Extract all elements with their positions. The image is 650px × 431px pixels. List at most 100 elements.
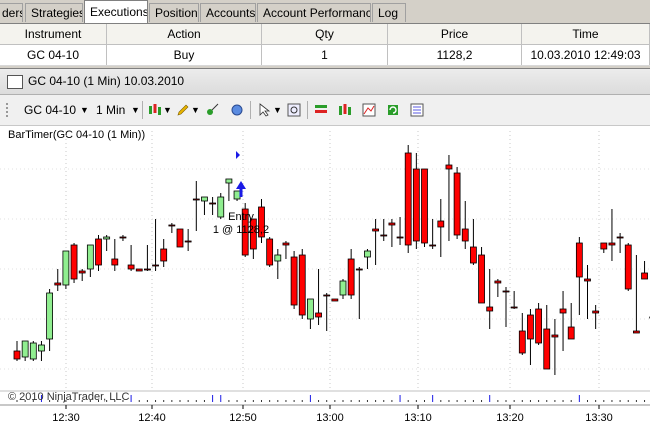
candle xyxy=(503,291,509,292)
candle xyxy=(55,283,61,285)
candle xyxy=(316,313,322,317)
grid-header-row: InstrumentActionQtyPriceTime xyxy=(0,24,650,45)
candle xyxy=(128,265,134,269)
cell-qty: 1 xyxy=(262,45,388,65)
candle xyxy=(544,329,550,369)
candle xyxy=(364,251,370,257)
candle xyxy=(601,243,607,249)
table-row[interactable]: GC 04-10Buy11128,210.03.2010 12:49:03 xyxy=(0,45,650,66)
x-tick-label: 12:40 xyxy=(138,412,166,424)
tab-ders[interactable]: ders xyxy=(0,3,23,22)
price-chart[interactable]: Entry1 @ 1128,2 12:30 12:40 12:50 13:00 13:10… xyxy=(0,69,650,431)
candle xyxy=(633,331,639,333)
candle xyxy=(332,299,338,301)
candle xyxy=(470,247,476,263)
candle xyxy=(71,245,77,279)
candle xyxy=(511,307,517,308)
candle xyxy=(161,249,167,261)
candle xyxy=(22,341,28,357)
candle xyxy=(193,199,199,200)
candle xyxy=(397,237,403,238)
candle xyxy=(324,295,330,296)
candle xyxy=(536,309,542,343)
candle xyxy=(552,335,558,337)
candle xyxy=(609,243,615,245)
tab-strategies[interactable]: Strategies xyxy=(25,3,83,22)
candle xyxy=(153,265,159,266)
x-tick-label: 13:10 xyxy=(404,412,432,424)
candle xyxy=(340,281,346,295)
candle xyxy=(585,279,591,281)
candle xyxy=(291,257,297,305)
chart-window: GC 04-10 (1 Min) 10.03.2010 GC 04-10 ▼ 1… xyxy=(0,68,650,431)
candle xyxy=(112,259,118,265)
x-tick-label: 12:50 xyxy=(229,412,257,424)
tab-executions[interactable]: Executions xyxy=(84,0,148,23)
candle xyxy=(389,223,395,225)
candle xyxy=(104,237,110,239)
candle xyxy=(185,241,191,242)
x-tick-label: 13:00 xyxy=(316,412,344,424)
column-header-qty[interactable]: Qty xyxy=(262,24,388,44)
tab-bar: dersStrategiesExecutionsPositionsAccount… xyxy=(0,0,650,24)
entry-detail: 1 @ 1128,2 xyxy=(213,224,269,236)
cell-time: 10.03.2010 12:49:03 xyxy=(522,45,650,65)
candle xyxy=(283,243,289,245)
copyright-notice: © 2010 NinjaTrader, LLC xyxy=(8,391,129,403)
candle xyxy=(519,331,525,353)
candle xyxy=(527,315,533,339)
candle xyxy=(120,237,126,238)
entry-label: Entry xyxy=(228,211,254,223)
candle xyxy=(454,173,460,235)
candle xyxy=(438,221,444,227)
candle xyxy=(356,269,362,270)
candle xyxy=(405,153,411,245)
candle xyxy=(63,251,69,285)
executions-grid: InstrumentActionQtyPriceTime GC 04-10Buy… xyxy=(0,24,650,66)
cell-action: Buy xyxy=(107,45,262,65)
candle xyxy=(38,345,44,351)
candle xyxy=(462,229,468,241)
x-tick-label: 13:30 xyxy=(585,412,613,424)
candle xyxy=(177,229,183,247)
cell-price: 1128,2 xyxy=(388,45,522,65)
entry-flag-icon xyxy=(236,151,240,159)
candle xyxy=(14,351,20,359)
candle xyxy=(381,235,387,236)
candle xyxy=(47,293,53,339)
column-header-price[interactable]: Price xyxy=(388,24,522,44)
candle xyxy=(218,197,224,217)
candle xyxy=(96,239,102,265)
candle xyxy=(144,269,150,270)
candle xyxy=(576,243,582,277)
tab-positions[interactable]: Positions xyxy=(149,3,199,22)
candle xyxy=(267,239,273,265)
candle xyxy=(413,169,419,241)
candle xyxy=(210,203,216,204)
candle xyxy=(479,255,485,303)
candle xyxy=(226,179,232,183)
candle xyxy=(446,165,452,169)
x-tick-label: 12:30 xyxy=(52,412,80,424)
x-tick-label: 13:20 xyxy=(496,412,524,424)
candle xyxy=(495,281,501,283)
column-header-time[interactable]: Time xyxy=(522,24,650,44)
candle xyxy=(234,191,240,199)
cell-instrument: GC 04-10 xyxy=(0,45,107,65)
tab-account-performance[interactable]: Account Performance xyxy=(257,3,371,22)
candle xyxy=(169,225,175,226)
column-header-action[interactable]: Action xyxy=(107,24,262,44)
tab-accounts[interactable]: Accounts xyxy=(200,3,256,22)
column-header-instrument[interactable]: Instrument xyxy=(0,24,107,44)
candle xyxy=(617,237,623,238)
candle xyxy=(30,343,36,359)
tab-log[interactable]: Log xyxy=(372,3,406,22)
candle xyxy=(487,307,493,311)
candle xyxy=(430,245,436,246)
candle xyxy=(593,311,599,313)
candle xyxy=(299,255,305,315)
candle xyxy=(136,269,142,271)
candle xyxy=(422,169,428,243)
candle xyxy=(348,259,354,295)
candle xyxy=(625,245,631,289)
